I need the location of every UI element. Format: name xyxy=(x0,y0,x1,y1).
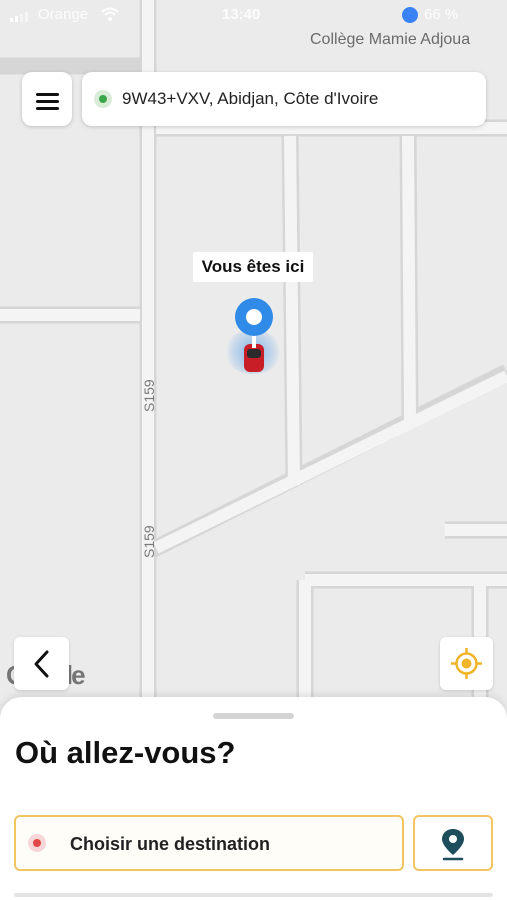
wifi-icon xyxy=(101,7,119,21)
current-location-pin-icon xyxy=(235,298,273,336)
pickup-address: 9W43+VXV, Abidjan, Côte d'Ivoire xyxy=(122,89,379,108)
destination-input[interactable]: Choisir une destination xyxy=(14,815,404,871)
signal-icon xyxy=(10,12,28,22)
sheet-divider xyxy=(14,893,493,897)
location-arrow-icon xyxy=(402,7,418,23)
road-label: S159 xyxy=(141,379,157,412)
carrier-name: Orange xyxy=(38,6,89,23)
destination-dot-icon xyxy=(28,834,46,852)
origin-dot-icon xyxy=(94,90,112,108)
menu-button[interactable] xyxy=(22,72,72,126)
back-button[interactable] xyxy=(14,637,69,690)
bottom-sheet: Où allez-vous? Choisir une destination xyxy=(0,697,507,900)
road-label: S159 xyxy=(141,525,157,558)
pick-on-map-button[interactable] xyxy=(413,815,493,871)
pickup-address-field[interactable]: 9W43+VXV, Abidjan, Côte d'Ivoire xyxy=(82,72,486,126)
locate-me-button[interactable] xyxy=(440,637,493,690)
status-bar: Orange 13:40 66 % xyxy=(0,0,507,30)
chevron-left-icon xyxy=(34,650,49,678)
map-pin-icon xyxy=(442,829,464,861)
battery-level: 66 % xyxy=(424,6,459,23)
crosshair-icon xyxy=(451,648,482,679)
sheet-title: Où allez-vous? xyxy=(15,735,236,770)
car-icon xyxy=(244,344,264,372)
map-place-label: Collège Mamie Adjoua xyxy=(310,31,471,48)
you-are-here-label: Vous êtes ici xyxy=(193,252,313,282)
pin-stem xyxy=(252,334,256,348)
destination-placeholder: Choisir une destination xyxy=(70,834,271,854)
status-time: 13:40 xyxy=(222,6,261,23)
sheet-drag-handle[interactable] xyxy=(213,713,294,719)
